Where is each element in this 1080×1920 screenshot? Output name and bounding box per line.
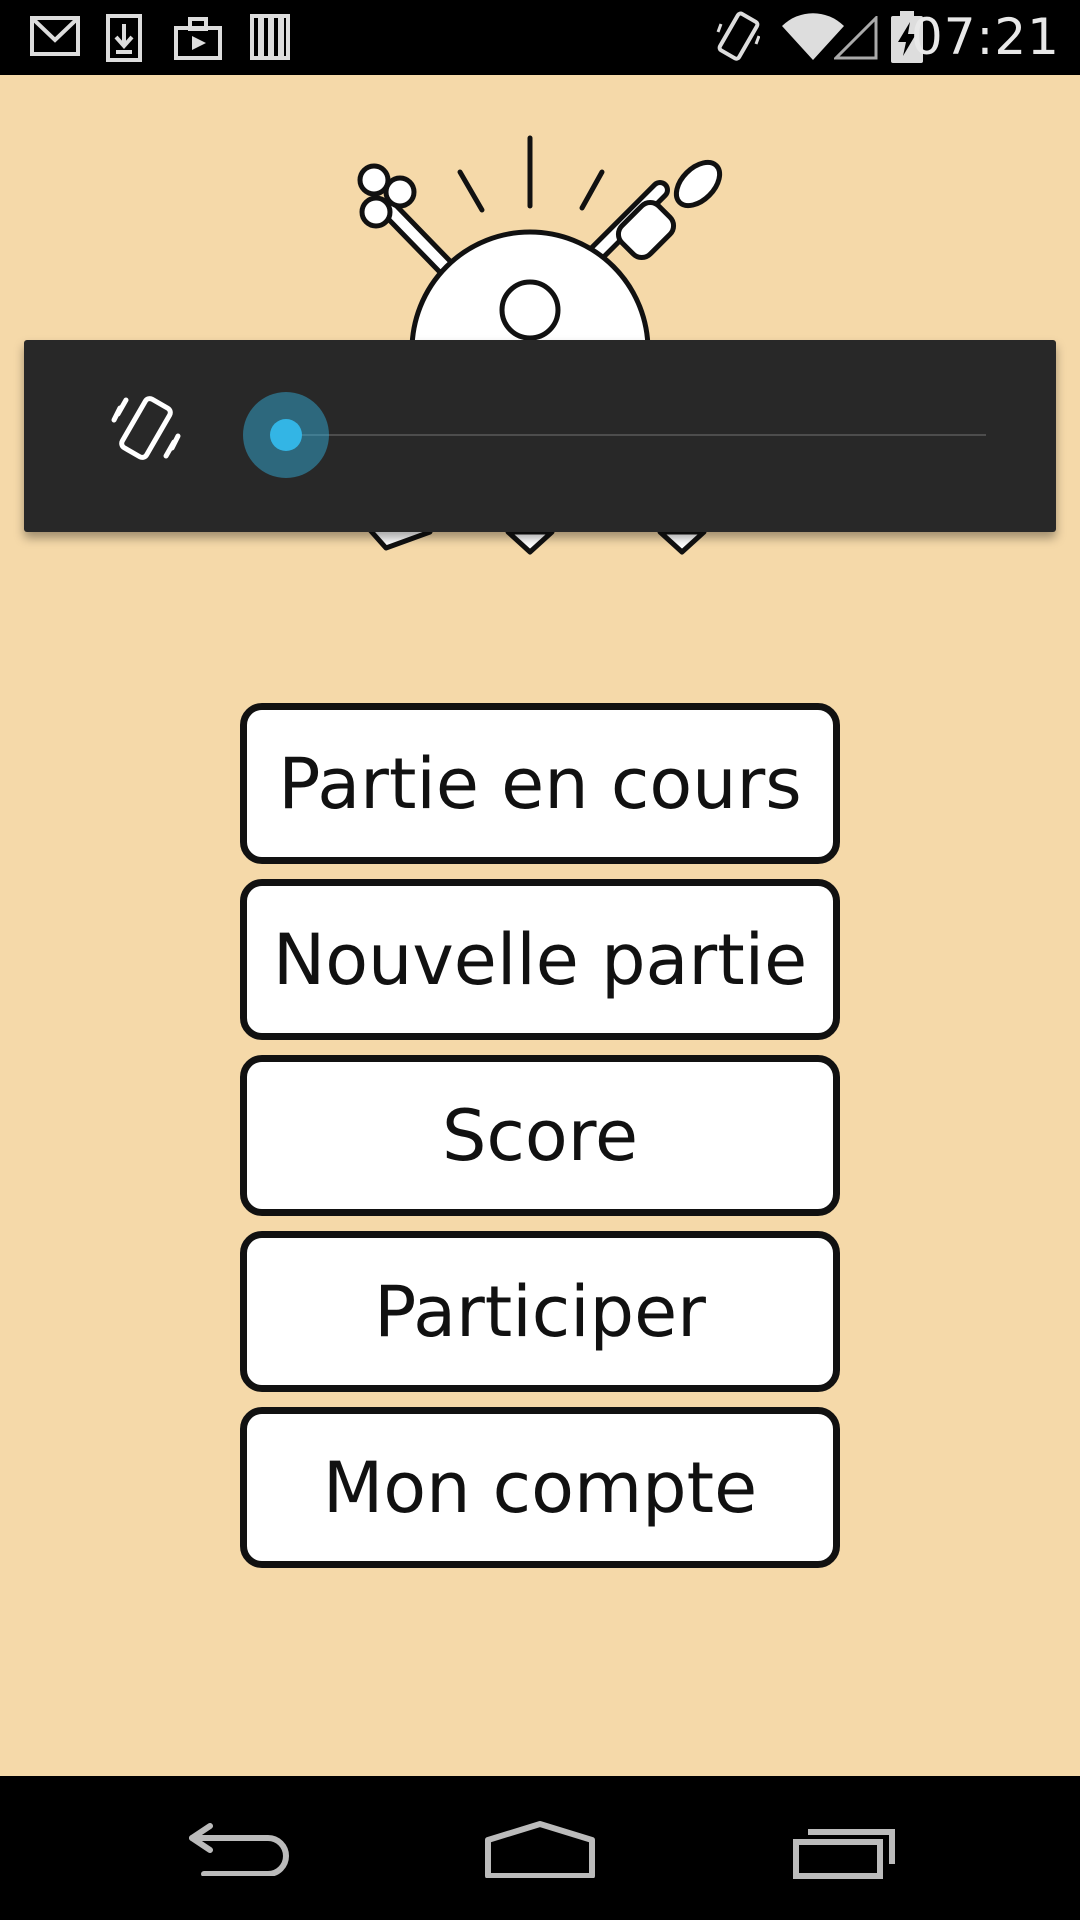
recent-apps-icon[interactable] [792,1824,896,1880]
home-icon[interactable] [484,1820,596,1878]
score-button[interactable]: Score [240,1055,840,1216]
status-bar: 07:21 [0,0,1080,75]
main-menu: Partie en cours Nouvelle partie Score Pa… [240,703,840,1583]
navigation-bar [0,1776,1080,1920]
current-game-button[interactable]: Partie en cours [240,703,840,864]
volume-slider-thumb[interactable] [243,392,329,478]
gmail-icon [30,16,80,56]
participate-button[interactable]: Participer [240,1231,840,1392]
new-game-button[interactable]: Nouvelle partie [240,879,840,1040]
briefcase-icon [174,17,222,60]
volume-slider-track[interactable] [286,434,986,436]
clock: 07:21 [910,8,1060,66]
my-account-button[interactable]: Mon compte [240,1407,840,1568]
signal-icon [834,16,878,60]
volume-slider-thumb-dot [270,419,302,451]
vibrate-icon [716,11,760,61]
back-icon[interactable] [188,1820,292,1876]
download-icon [106,14,142,62]
vibrate-icon[interactable] [106,390,186,470]
library-icon [250,14,290,60]
volume-panel [24,340,1056,532]
